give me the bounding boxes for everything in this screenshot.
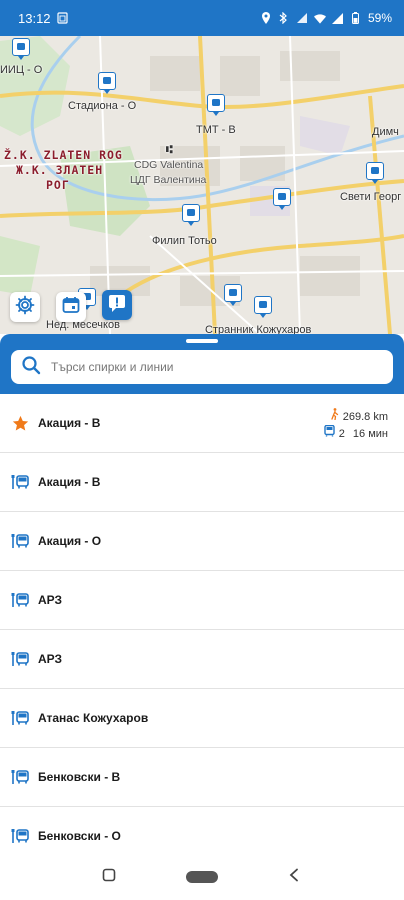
bus-stop-icon [11,532,29,550]
back-icon [288,868,300,887]
calendar-icon [61,295,81,320]
bus-stop-icon [11,473,29,491]
map-label-iits: ИИЦ - О [0,64,43,76]
search-box[interactable] [11,350,393,384]
map-label-strannik: Странник Кожухаров [205,324,312,334]
status-bar: 13:12 59% [0,0,404,36]
alert-icon [107,293,127,318]
battery-icon [350,12,362,24]
recents-button[interactable] [102,868,116,887]
stop-name: Акация - О [38,534,102,548]
map-view[interactable]: ИИЦ - О Стадиона - О ТМТ - В Димч Ž.K. Z… [0,36,404,334]
list-item[interactable]: Акация - В [0,453,404,512]
stop-name: АРЗ [38,652,63,666]
location-icon [260,12,272,24]
clock: 13:12 [18,10,51,26]
distance: 269.8 km [342,410,388,423]
stop-name: Акация - В [38,475,101,489]
battery-percent: 59% [367,11,392,25]
list-item[interactable]: Бенковски - В [0,748,404,807]
bus-stop-pin[interactable] [273,188,291,210]
list-item[interactable]: АРЗ [0,630,404,689]
schedule-button[interactable] [56,292,86,322]
search-panel [0,334,404,394]
stop-name: Бенковски - О [38,829,121,843]
navigation-bar [0,850,404,900]
stop-name: АРЗ [38,593,63,607]
bus-stop-pin[interactable] [182,204,200,226]
map-label-filip: Филип Тотьо [152,235,217,247]
signal-icon [332,12,344,24]
bus-stop-icon [11,827,29,845]
mute-icon [296,12,308,24]
settings-icon [15,295,35,320]
bus-stop-pin[interactable] [254,296,272,318]
map-label-sveti: Свети Георг [340,191,402,203]
map-label-zone-cyr-2: РОГ [46,178,70,192]
list-item[interactable]: Атанас Кожухаров [0,689,404,748]
map-label-stadiona: Стадиона - О [68,100,137,112]
recents-icon [102,868,116,887]
list-item[interactable]: АРЗ [0,571,404,630]
line-number: 2 [338,427,345,440]
map-label-tmt: ТМТ - В [196,124,236,136]
settings-button[interactable] [10,292,40,322]
eta: 16 мин [352,427,388,440]
bus-stop-pin[interactable] [12,38,30,60]
bus-stop-icon [11,709,29,727]
bus-stop-pin[interactable] [207,94,225,116]
bus-stop-pin[interactable] [224,284,242,306]
alerts-button[interactable] [102,290,132,320]
bus-stop-pin[interactable] [98,72,116,94]
home-button[interactable] [186,870,218,888]
restaurant-icon: ⑆ [166,144,173,156]
stop-name: Бенковски - В [38,770,121,784]
map-label-cdg-cyr: ЦДГ Валентина [130,174,207,186]
search-icon [21,355,41,380]
bus-stop-icon [11,591,29,609]
home-pill-icon [186,870,218,888]
star-icon[interactable] [11,414,29,432]
search-input[interactable] [51,360,371,374]
bus-stop-icon [11,650,29,668]
list-item[interactable]: Акация - В 269.8 km 2 16 мин [0,394,404,453]
drag-handle[interactable] [186,339,218,343]
bus-stop-icon [11,768,29,786]
wifi-icon [313,12,326,24]
stop-name: Акация - В [38,416,101,430]
sim-card-icon [57,12,69,24]
bus-stop-pin[interactable] [366,162,384,184]
walking-icon [330,408,339,425]
map-label-dimch: Димч [372,126,399,138]
stop-list[interactable]: Акация - В 269.8 km 2 16 мин Акация - В [0,394,404,850]
stop-meta: 269.8 km 2 16 мин [324,408,388,442]
back-button[interactable] [288,868,300,887]
map-label-cdg-latin: CDG Valentina [134,159,204,171]
stop-name: Атанас Кожухаров [38,711,149,725]
bluetooth-icon [278,12,290,24]
list-item[interactable]: Акация - О [0,512,404,571]
list-item[interactable]: Бенковски - О [0,807,404,850]
map-label-zone-latin: Ž.K. ZLATEN ROG [4,148,123,162]
map-label-zone-cyr-1: Ж.К. ЗЛАТЕН [16,163,104,177]
bus-icon [324,424,335,442]
